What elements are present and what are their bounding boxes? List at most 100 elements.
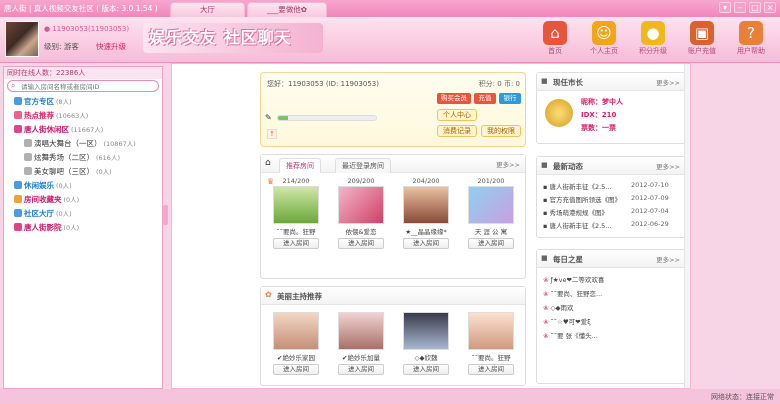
room-thumbnail[interactable] [468, 186, 514, 224]
news-item[interactable]: ▪ 唐人街新丰征《2.5... 2012-07-10 [543, 181, 669, 191]
tab-hall[interactable]: 大厅 [170, 2, 245, 17]
recharge-button[interactable]: 充值 [474, 93, 496, 104]
search-icon[interactable]: ⌕ [11, 81, 15, 91]
host-thumbnail[interactable] [403, 312, 449, 350]
room-name: ★__晶晶缘缘* [405, 228, 447, 236]
news-text: 秀场萌港规规《图》 [549, 209, 608, 217]
room-thumbnail[interactable] [273, 186, 319, 224]
star-item[interactable]: ❀ ◇◆雨欢 [543, 302, 574, 312]
consume-record-button[interactable]: 消费记录 [437, 125, 477, 137]
news-date: 2012-07-09 [631, 194, 669, 202]
maximize-icon[interactable]: □ [749, 2, 761, 13]
star-item[interactable]: ❀ ˜˜☆♥可❤爱ξ [543, 316, 591, 326]
enter-room-button[interactable]: 进入房间 [338, 238, 384, 249]
user-id: ● 11903053(11903053) [44, 25, 129, 33]
level-progress-fill [278, 116, 288, 120]
more-link[interactable]: 更多>> [656, 254, 680, 264]
sidebar-item[interactable]: 社区大厅 (0人) [4, 207, 162, 221]
nav-label: 个人主页 [590, 47, 618, 55]
settings-icon[interactable]: ▾ [719, 2, 731, 13]
sidebar-item-count: (11667人) [71, 126, 104, 134]
news-item[interactable]: ▪ 秀场萌港规规《图》 2012-07-04 [543, 207, 669, 217]
mayor-nickname: 昵称：梦中人 [581, 98, 623, 106]
upgrade-link[interactable]: 快速升级 [96, 41, 126, 52]
more-link[interactable]: 更多>> [496, 159, 520, 169]
nav-help-button[interactable]: ? 用户帮助 [729, 19, 773, 61]
buy-vip-button[interactable]: 购买会员 [437, 93, 471, 104]
stars-title: 每日之星 [553, 255, 583, 264]
personal-center-button[interactable]: 个人中心 [437, 109, 477, 121]
star-item[interactable]: ❀ ˜˜要 张《懂头... [543, 330, 598, 340]
tab-recommended[interactable]: 推荐房间 [279, 158, 321, 173]
rooms-panel-head: ⌂ 推荐房间 最近登录房间 更多>> [261, 155, 525, 173]
header: ● 11903053(11903053) 级别: 游客 快速升级 娱乐交友 社区… [0, 17, 780, 63]
sidebar-item[interactable]: 炫舞秀场（二区） (616人) [4, 151, 162, 165]
gift-icon[interactable]: ↑ [267, 129, 277, 139]
host-card[interactable]: ✔絶妙乐加量 进入房间 [332, 311, 390, 375]
host-thumbnail[interactable] [273, 312, 319, 350]
tab-recent[interactable]: 最近登录房间 [335, 158, 391, 173]
rooms-panel: ⌂ 推荐房间 最近登录房间 更多>> ♛ 214/200 ˜˜要尚。狂野 进入房间 2… [260, 154, 526, 279]
nav-profile-button[interactable]: ☺ 个人主页 [582, 19, 626, 61]
enter-room-button[interactable]: 进入房间 [403, 364, 449, 375]
room-thumbnail[interactable] [403, 186, 449, 224]
room-card[interactable]: 201/200 天 涯 公 寓进入房间 [462, 177, 520, 249]
avatar[interactable] [5, 21, 39, 57]
search-input[interactable] [21, 82, 161, 91]
enter-room-button[interactable]: 进入房间 [468, 238, 514, 249]
host-card[interactable]: ˜˜要尚。狂野 进入房间 [462, 311, 520, 375]
host-thumbnail[interactable] [468, 312, 514, 350]
folder-icon [14, 97, 22, 105]
minimize-icon[interactable]: – [734, 2, 746, 13]
room-count: 201/200 [477, 177, 505, 185]
room-card[interactable]: 214/200 ˜˜要尚。狂野 进入房间 [267, 177, 325, 249]
scrollbar[interactable] [684, 64, 690, 388]
home-icon[interactable]: ⌂ [265, 158, 271, 168]
host-thumbnail[interactable] [338, 312, 384, 350]
folder-icon [14, 195, 22, 203]
sidebar-item[interactable]: 演唱大舞台（一区） (10867人) [4, 137, 162, 151]
star-item[interactable]: ❀ ƒ★ve❤二等欢欢喜 [543, 274, 604, 284]
news-title: 最新动态 [553, 162, 583, 171]
close-icon[interactable]: × [764, 2, 776, 13]
sidebar-item-count: (0人) [63, 196, 80, 204]
my-permission-button[interactable]: 我的权限 [481, 125, 521, 137]
more-link[interactable]: 更多>> [656, 161, 680, 171]
coins-icon: ● [641, 21, 665, 45]
host-card[interactable]: ◇◆欣魏 进入房间 [397, 311, 455, 375]
star-item[interactable]: ❀ ˜˜要尚、狂野恋... [543, 288, 602, 298]
room-card[interactable]: 209/200 依偎&爱恋 进入房间 [332, 177, 390, 249]
search-box[interactable]: ⌕ [7, 80, 161, 92]
news-item[interactable]: ▪ 唐人街新丰征《2.5... 2012-06-29 [543, 220, 669, 230]
sidebar-item[interactable]: 休闲娱乐 (0人) [4, 179, 162, 193]
folder-icon [14, 223, 22, 231]
sidebar-item[interactable]: 房间收藏夹 (0人) [4, 193, 162, 207]
room-card[interactable]: 204/200 ★__晶晶缘缘* 进入房间 [397, 177, 455, 249]
nav-recharge-button[interactable]: ▣ 账户充值 [680, 19, 724, 61]
sidebar-item-label: 演唱大舞台（一区） [34, 139, 102, 148]
star-avatar-icon: ❀ [543, 332, 551, 340]
bank-button[interactable]: 银行 [499, 93, 521, 104]
room-thumbnail[interactable] [338, 186, 384, 224]
sidebar-item-label: 社区大厅 [24, 209, 54, 218]
main-content: 您好：11903053 (ID: 11903053) 积分: 0 币: 0 购买… [171, 63, 691, 389]
enter-room-button[interactable]: 进入房间 [403, 238, 449, 249]
host-card[interactable]: ✔絶妙乐家园 进入房间 [267, 311, 325, 375]
sidebar-item[interactable]: 美女聊吧（三区） (0人) [4, 165, 162, 179]
sidebar-item[interactable]: 唐人街休闲区 (11667人) [4, 123, 162, 137]
nav-home-button[interactable]: ⌂ 首页 [533, 19, 577, 61]
news-item[interactable]: ▪ 官方充值图所领选《图》 2012-07-09 [543, 194, 669, 204]
sidebar-item[interactable]: 官方专区 (8人) [4, 95, 162, 109]
enter-room-button[interactable]: 进入房间 [468, 364, 514, 375]
enter-room-button[interactable]: 进入房间 [273, 238, 319, 249]
sidebar-item[interactable]: 热点推荐 (10663人) [4, 109, 162, 123]
news-text: 唐人街新丰征《2.5... [549, 183, 612, 191]
sidebar-item[interactable]: 唐人街影院 (0人) [4, 221, 162, 235]
tab-room[interactable]: ___要做他✿ [247, 2, 327, 17]
enter-room-button[interactable]: 进入房间 [273, 364, 319, 375]
more-link[interactable]: 更多>> [656, 77, 680, 87]
enter-room-button[interactable]: 进入房间 [338, 364, 384, 375]
room-count: 204/200 [412, 177, 440, 185]
sidebar-collapse-handle[interactable] [163, 205, 168, 225]
nav-points-button[interactable]: ● 积分升级 [631, 19, 675, 61]
